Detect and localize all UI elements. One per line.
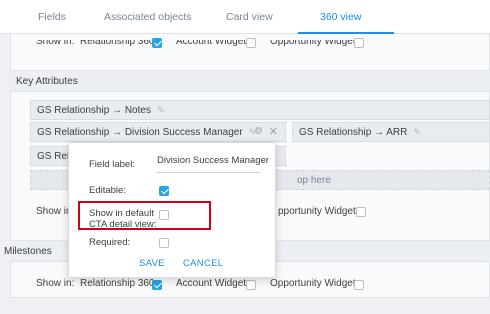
key-opportunity-widget-label: pportunity Widget [278,206,356,217]
drop-zone-text: op here [297,175,331,186]
top-opportunity-widget-checkbox[interactable] [354,38,364,48]
milestones-account-widget-checkbox[interactable] [246,280,256,290]
field-label-label: Field label: [89,159,135,170]
footer-strip [0,298,490,314]
milestones-account-widget-label: Account Widget [176,278,247,289]
tab-card-view[interactable]: Card view [226,11,273,23]
key-opportunity-widget-checkbox[interactable] [356,207,366,217]
milestones-opportunity-widget-checkbox[interactable] [354,280,364,290]
field-settings-popup: Field label: Division Success Manager Ed… [68,142,276,278]
milestones-show-in-label: Show in: [36,278,75,289]
chip-notes[interactable]: GS Relationship → Notes ✎ [30,100,490,120]
save-button[interactable]: SAVE [139,258,165,269]
chip-arr-label: GS Relationship → ARR [299,127,408,138]
remove-icon[interactable]: ✕ [269,125,278,138]
field-label-value: Division Success Manager [157,155,269,166]
show-in-default-label-line1: Show in default [89,208,154,219]
field-label-input[interactable]: Division Success Manager [157,155,269,173]
tab-bar: Fields Associated objects Card view 360 … [0,0,490,34]
edit-icon[interactable]: ✎ [413,127,421,138]
key-attributes-title: Key Attributes [16,76,78,87]
milestones-relationship-label: Relationship 360 [80,278,155,289]
cancel-button[interactable]: CANCEL [183,258,223,269]
tab-associated-objects[interactable]: Associated objects [104,11,192,23]
chip-notes-label: GS Relationship → Notes [37,105,151,116]
edit-icon[interactable]: ✎ [157,105,165,116]
show-in-default-checkbox[interactable] [159,210,169,220]
milestones-relationship-checkbox[interactable] [152,280,162,290]
chip-arr[interactable]: GS Relationship → ARR ✎ [292,122,490,142]
milestones-title: Milestones [4,246,52,257]
required-checkbox[interactable] [159,238,169,248]
chip-dsm-label: GS Relationship → Division Success Manag… [37,127,243,138]
tab-360-view[interactable]: 360 view [320,11,361,23]
editable-checkbox[interactable] [159,186,169,196]
required-label: Required: [89,237,131,248]
editable-label: Editable: [89,185,126,196]
chip-division-success-manager[interactable]: GS Relationship → Division Success Manag… [30,122,286,142]
top-account-widget-checkbox[interactable] [246,38,256,48]
show-in-default-label-line2: CTA detail view: [89,219,157,230]
key-attributes-header: Key Attributes [10,70,490,92]
tab-fields[interactable]: Fields [38,11,66,23]
milestones-opportunity-widget-label: Opportunity Widget [270,278,356,289]
settings-icon[interactable]: ⚙ [254,126,263,137]
top-relationship-checkbox[interactable] [152,38,162,48]
